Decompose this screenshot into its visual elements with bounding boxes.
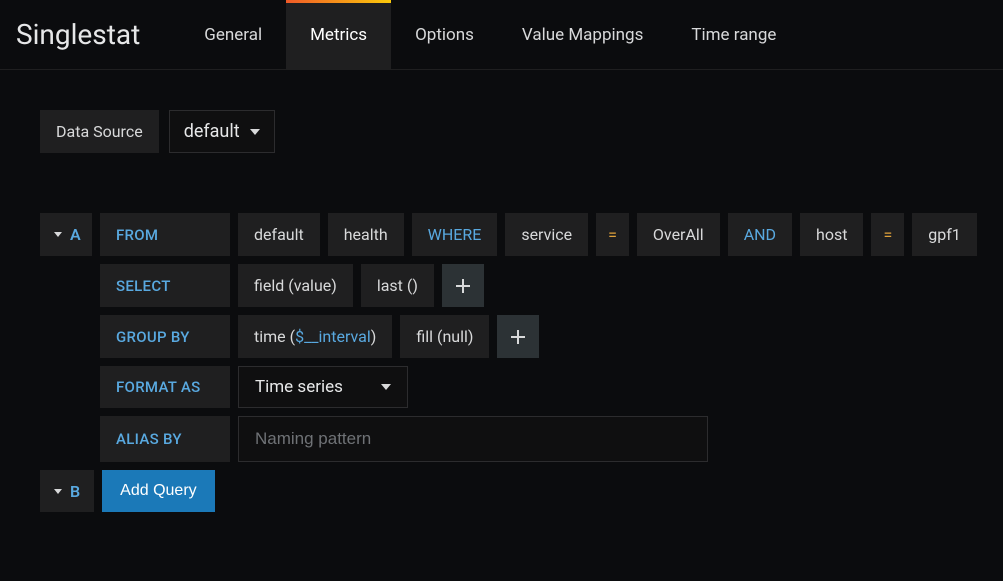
datasource-label: Data Source (40, 110, 159, 153)
groupby-fill[interactable]: fill (null) (400, 315, 489, 358)
aliasby-keyword: ALIAS BY (100, 416, 230, 462)
tab-options[interactable]: Options (391, 0, 498, 69)
query-a-alias-row: ALIAS BY (100, 416, 963, 462)
groupby-add-button[interactable] (497, 315, 539, 358)
tab-value-mappings[interactable]: Value Mappings (498, 0, 667, 69)
where-tag-value-1[interactable]: gpf1 (912, 213, 977, 256)
query-a-groupby-row: GROUP BY time ($__interval) fill (null) (100, 315, 963, 358)
query-letter-a: A (70, 225, 81, 244)
aliasby-input[interactable] (238, 416, 708, 462)
query-b-toggle[interactable]: B (40, 470, 94, 512)
datasource-row: Data Source default (40, 110, 963, 153)
where-tag-op-0[interactable]: = (596, 213, 629, 256)
tab-general[interactable]: General (180, 0, 286, 69)
formatas-select[interactable]: Time series (238, 366, 408, 408)
groupby-keyword: GROUP BY (100, 315, 230, 358)
select-agg[interactable]: last () (361, 264, 434, 307)
datasource-select[interactable]: default (169, 110, 275, 153)
caret-down-icon (381, 384, 391, 390)
query-list: A FROM default health WHERE service = Ov… (40, 213, 963, 512)
query-letter-b: B (70, 482, 80, 501)
tab-metrics[interactable]: Metrics (286, 0, 391, 69)
query-a-select-row: SELECT field (value) last () (100, 264, 963, 307)
datasource-value: default (184, 121, 240, 142)
where-keyword: WHERE (412, 213, 498, 256)
select-field[interactable]: field (value) (238, 264, 353, 307)
select-keyword: SELECT (100, 264, 230, 307)
query-a-from-row: A FROM default health WHERE service = Ov… (40, 213, 963, 256)
panel-editor-header: Singlestat General Metrics Options Value… (0, 0, 1003, 70)
query-a-format-row: FORMAT AS Time series (100, 366, 963, 408)
caret-down-icon (54, 232, 62, 237)
where-tag-key-0[interactable]: service (505, 213, 588, 256)
editor-tabs: General Metrics Options Value Mappings T… (180, 0, 800, 69)
query-b-row: B Add Query (40, 470, 963, 512)
add-query-button[interactable]: Add Query (102, 470, 214, 512)
formatas-value: Time series (255, 377, 343, 397)
query-a-body: SELECT field (value) last () GROUP BY ti… (100, 264, 963, 462)
tab-time-range[interactable]: Time range (667, 0, 800, 69)
plus-icon (456, 279, 470, 293)
formatas-keyword: FORMAT AS (100, 366, 230, 408)
from-policy[interactable]: default (238, 213, 320, 256)
from-measurement[interactable]: health (328, 213, 404, 256)
caret-down-icon (54, 489, 62, 494)
where-conj-1[interactable]: AND (728, 213, 792, 256)
where-tag-value-0[interactable]: OverAll (637, 213, 720, 256)
select-add-button[interactable] (442, 264, 484, 307)
groupby-time[interactable]: time ($__interval) (238, 315, 392, 358)
panel-title: Singlestat (16, 18, 140, 51)
from-keyword: FROM (100, 213, 230, 256)
where-tag-op-1[interactable]: = (871, 213, 904, 256)
query-a-toggle[interactable]: A (40, 213, 92, 256)
metrics-editor: Data Source default A FROM default healt… (0, 70, 1003, 532)
where-tag-key-1[interactable]: host (800, 213, 863, 256)
plus-icon (511, 330, 525, 344)
caret-down-icon (250, 129, 260, 135)
